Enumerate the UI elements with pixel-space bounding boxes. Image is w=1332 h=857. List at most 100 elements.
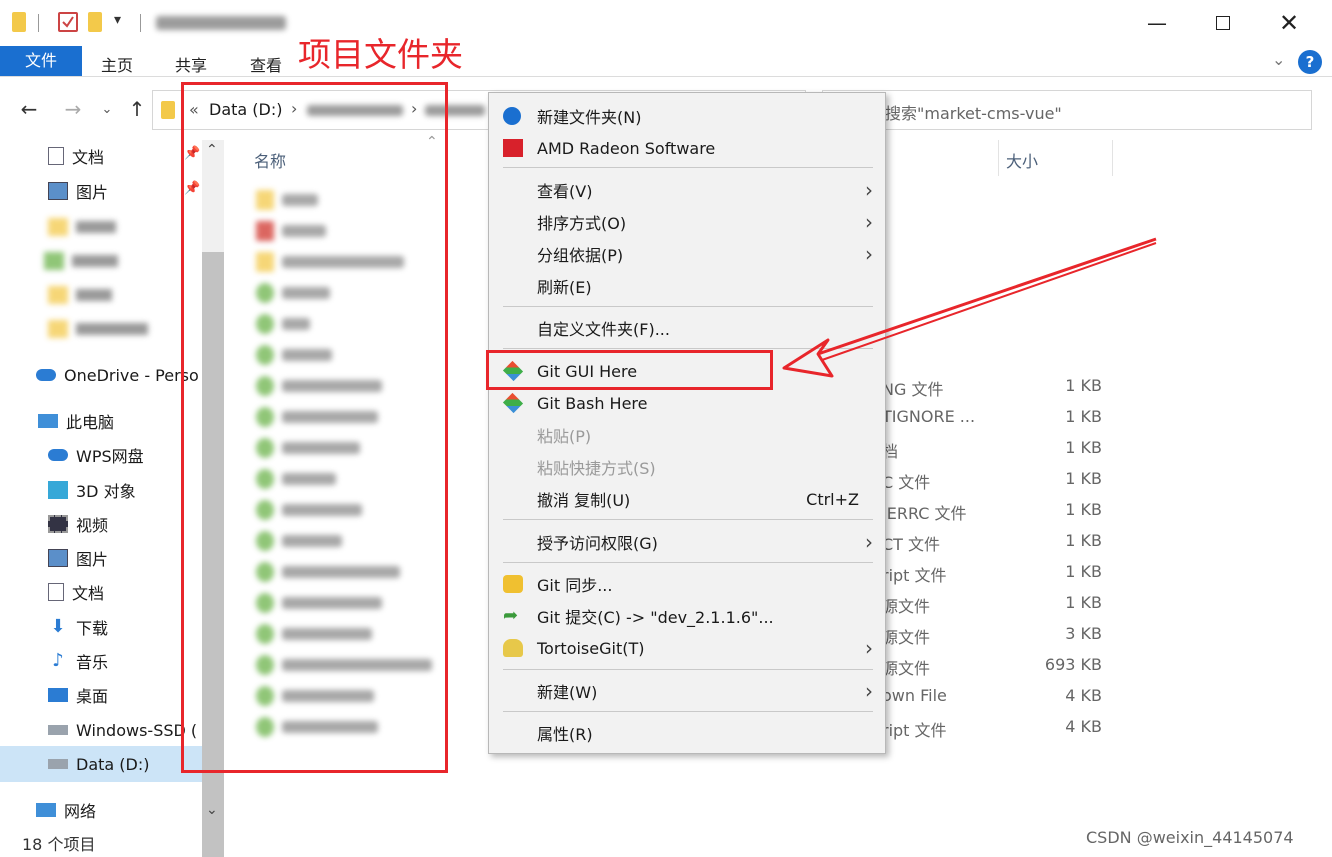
nav-item-label: 桌面 (76, 687, 109, 706)
menu-item-new-folder[interactable]: 新建文件夹(N) (489, 100, 885, 132)
nav-item-wps-cloud[interactable]: WPS网盘 (48, 442, 144, 468)
column-divider (998, 140, 999, 176)
folder-icon (48, 286, 68, 304)
nav-item-quick-access[interactable] (48, 316, 148, 342)
music-icon: ♪ (52, 650, 64, 671)
folder-icon (161, 101, 175, 119)
help-icon[interactable]: ? (1298, 50, 1322, 74)
folder-icon (48, 320, 68, 338)
cloud-icon (36, 369, 56, 381)
nav-item-windows-ssd[interactable]: Windows-SSD ( (48, 717, 202, 743)
nav-item-music[interactable]: ♪ 音乐 (48, 648, 108, 674)
folder-icon (12, 12, 26, 32)
file-type-cell: C 文件 (882, 473, 931, 492)
column-header-size[interactable]: 大小 (1006, 148, 1038, 172)
file-size-cell: 1 KB (1065, 407, 1102, 426)
menu-item-properties[interactable]: 属性(R) (489, 717, 885, 749)
menu-item-grant-access[interactable]: 授予访问权限(G) › (489, 526, 885, 558)
picture-icon (48, 549, 68, 567)
menu-item-tortoisegit[interactable]: TortoiseGit(T) › (489, 632, 885, 664)
nav-item-quick-access[interactable] (44, 248, 118, 274)
up-button[interactable]: ↑ (124, 96, 150, 122)
menu-item-amd[interactable]: AMD Radeon Software (489, 132, 885, 164)
menu-item-paste[interactable]: 粘贴(P) (489, 419, 885, 451)
scroll-down-icon[interactable]: ⌄ (206, 802, 218, 818)
menu-separator (503, 711, 873, 712)
minimize-button[interactable]: — (1134, 6, 1180, 40)
menu-item-git-sync[interactable]: Git 同步... (489, 568, 885, 600)
nav-item-this-pc[interactable]: 此电脑 (38, 408, 114, 434)
git-sync-icon (503, 575, 523, 593)
new-folder-icon[interactable] (88, 12, 102, 32)
context-menu: 新建文件夹(N) AMD Radeon Software 查看(V) › 排序方… (488, 92, 886, 754)
status-item-count: 18 个项目 (22, 835, 96, 854)
menu-item-git-bash[interactable]: Git Bash Here (489, 387, 885, 419)
nav-item-data-drive[interactable]: Data (D:) (48, 751, 149, 777)
search-box[interactable]: 搜索"market-cms-vue" (822, 90, 1312, 130)
document-icon (48, 147, 64, 165)
file-size-cell: 1 KB (1065, 469, 1102, 488)
nav-item-documents[interactable]: 文档 (48, 143, 104, 169)
nav-item-desktop[interactable]: 桌面 (48, 682, 108, 708)
tortoisegit-icon (503, 639, 523, 657)
nav-item-documents[interactable]: 文档 (48, 579, 104, 605)
new-folder-icon (503, 107, 521, 125)
amd-icon (503, 139, 523, 157)
nav-item-quick-access[interactable] (48, 282, 112, 308)
nav-item-quick-access[interactable] (48, 214, 116, 240)
menu-separator (503, 519, 873, 520)
document-icon (48, 583, 64, 601)
nav-item-label: 音乐 (76, 653, 109, 672)
file-type-cell: 源文件 (882, 597, 931, 616)
back-button[interactable]: ← (16, 96, 42, 122)
watermark: CSDN @weixin_44145074 (1086, 828, 1294, 847)
file-type-cell: 源文件 (882, 628, 931, 647)
menu-item-git-commit[interactable]: ➦ Git 提交(C) -> "dev_2.1.1.6"... (489, 600, 885, 632)
nav-item-pictures[interactable]: 图片 (48, 178, 108, 204)
file-type-cell: ript 文件 (882, 721, 947, 740)
drive-icon (48, 725, 68, 735)
maximize-button[interactable] (1200, 6, 1246, 40)
submenu-arrow-icon: › (865, 679, 873, 703)
menu-item-new[interactable]: 新建(W) › (489, 675, 885, 707)
computer-icon (38, 414, 58, 428)
properties-checkbox-icon[interactable] (58, 12, 78, 32)
wps-cloud-icon (48, 449, 68, 461)
nav-item-network[interactable]: 网络 (36, 797, 96, 823)
video-icon (48, 515, 68, 533)
file-size-cell: 3 KB (1065, 624, 1102, 643)
menu-separator (503, 167, 873, 168)
desktop-icon (48, 688, 68, 702)
submenu-arrow-icon: › (865, 636, 873, 660)
nav-item-label: 图片 (76, 550, 109, 569)
close-button[interactable]: ✕ (1266, 6, 1312, 40)
folder-icon (48, 218, 68, 236)
drive-icon (48, 759, 68, 769)
menu-item-undo-copy[interactable]: 撤消 复制(U) Ctrl+Z (489, 483, 885, 515)
menu-item-view[interactable]: 查看(V) › (489, 174, 885, 206)
tab-file[interactable]: 文件 (0, 46, 82, 76)
nav-item-videos[interactable]: 视频 (48, 511, 108, 537)
nav-item-pictures[interactable]: 图片 (48, 545, 108, 571)
nav-item-label: WPS网盘 (76, 447, 144, 466)
nav-item-label: 文档 (72, 584, 105, 603)
nav-item-3d-objects[interactable]: 3D 对象 (48, 477, 136, 503)
file-size-cell: 4 KB (1065, 717, 1102, 736)
submenu-arrow-icon: › (865, 530, 873, 554)
submenu-arrow-icon: › (865, 178, 873, 202)
nav-item-label: 3D 对象 (76, 482, 136, 501)
customize-toolbar-icon[interactable]: ▾ (114, 12, 121, 28)
recent-locations-button[interactable]: ⌄ (94, 96, 120, 122)
file-size-cell: 1 KB (1065, 531, 1102, 550)
file-type-cell: 源文件 (882, 659, 931, 678)
nav-item-onedrive[interactable]: OneDrive - Perso (36, 362, 202, 388)
nav-item-downloads[interactable]: ⬇ 下载 (48, 614, 108, 640)
file-size-cell: 1 KB (1065, 593, 1102, 612)
column-divider (1112, 140, 1113, 176)
ribbon-expand-icon[interactable]: ⌄ (1272, 50, 1285, 69)
file-type-cell: TIGNORE ... (882, 407, 976, 426)
menu-item-paste-shortcut[interactable]: 粘贴快捷方式(S) (489, 451, 885, 483)
forward-button[interactable]: → (60, 96, 86, 122)
menu-separator (503, 562, 873, 563)
separator (140, 14, 141, 32)
